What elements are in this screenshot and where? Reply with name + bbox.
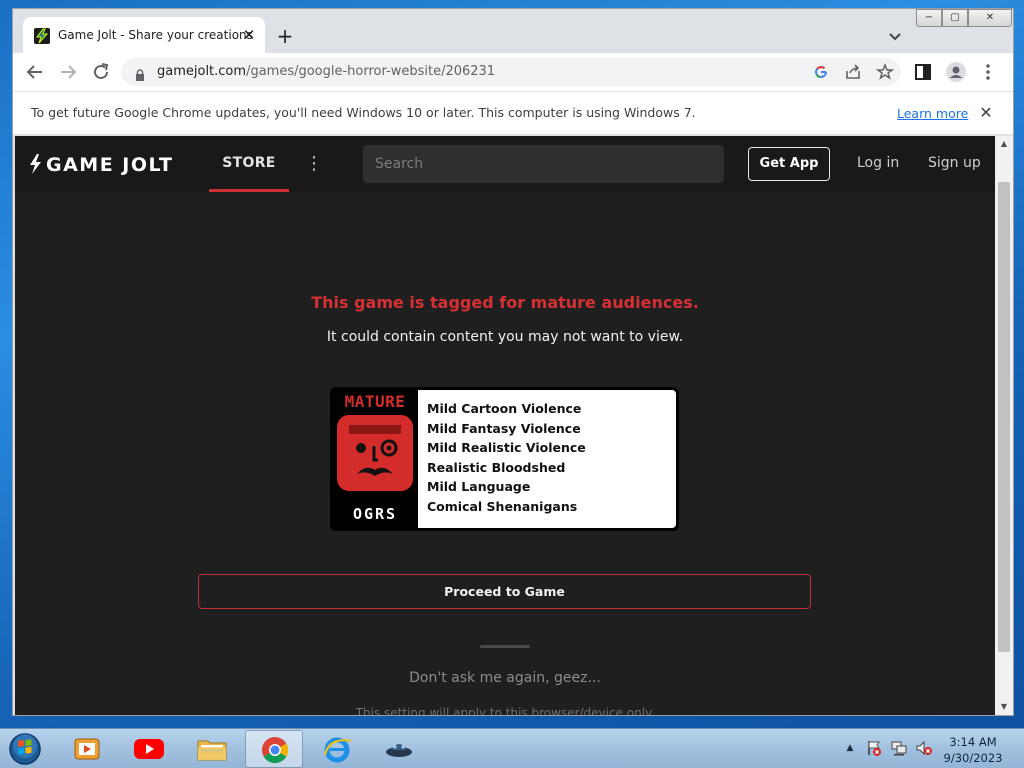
log-in-link[interactable]: Log in: [857, 155, 899, 171]
scroll-thumb[interactable]: [998, 182, 1010, 652]
rating-descriptor: Comical Shenanigans: [427, 498, 578, 514]
chrome-icon[interactable]: [245, 730, 303, 768]
learn-more-link[interactable]: Learn more: [897, 106, 968, 121]
menu-icon[interactable]: [976, 60, 1000, 84]
start-button[interactable]: [6, 731, 44, 767]
sign-up-link[interactable]: Sign up: [928, 155, 981, 171]
show-hidden-icons-icon[interactable]: ▲: [844, 740, 856, 756]
taskbar: ▲ 3:14 AM 9/30/2023: [0, 728, 1024, 768]
volume-muted-icon[interactable]: [915, 739, 933, 757]
tab-search-chevron-icon[interactable]: [885, 29, 905, 45]
star-icon[interactable]: [875, 62, 895, 82]
dont-ask-again-button[interactable]: Don't ask me again, geez...: [15, 670, 995, 686]
rating-descriptor: Mild Cartoon Violence: [427, 401, 582, 416]
media-player-icon[interactable]: [58, 730, 116, 768]
badge-top-text: MATURE: [345, 392, 406, 411]
badge-bottom-text: OGRS: [353, 505, 397, 523]
mature-rating-badge: MATURE OGRS: [333, 390, 417, 528]
new-tab-button[interactable]: +: [273, 25, 297, 49]
gamejolt-logo[interactable]: GAME JOLT: [29, 153, 199, 176]
back-icon[interactable]: [23, 60, 47, 84]
youtube-icon[interactable]: [120, 730, 178, 768]
setting-note: This setting will apply to this browser/…: [355, 706, 655, 715]
site-header: GAME JOLT STORE ⋮ Get App Log in Sign up: [15, 136, 995, 192]
close-window-button[interactable]: ✕: [968, 9, 1012, 27]
action-center-icon[interactable]: [865, 739, 883, 757]
google-icon[interactable]: [811, 62, 831, 82]
rating-descriptor: Mild Fantasy Violence: [427, 420, 581, 436]
scroll-up-icon[interactable]: ▲: [995, 136, 1013, 152]
nav-store-label: STORE: [222, 155, 276, 171]
minimize-button[interactable]: −: [916, 9, 942, 27]
nav-store-tab[interactable]: STORE: [209, 136, 289, 192]
tab-title: Game Jolt - Share your creations: [58, 28, 253, 42]
address-bar[interactable]: gamejolt.com/games/google-horror-website…: [121, 58, 901, 86]
search-input[interactable]: [363, 145, 724, 183]
browser-window: Game Jolt - Share your creations ✕ + − ▢…: [12, 8, 1014, 716]
logo-text: GAME JOLT: [46, 154, 173, 175]
url-text: gamejolt.com/games/google-horror-website…: [157, 64, 496, 79]
window-controls: − ▢ ✕: [916, 9, 1012, 27]
lock-icon[interactable]: [135, 66, 145, 81]
tab-close-icon[interactable]: ✕: [239, 25, 259, 45]
proceed-to-game-button[interactable]: Proceed to Game: [198, 574, 811, 609]
maximize-button[interactable]: ▢: [942, 9, 968, 27]
clock-date: 9/30/2023: [943, 751, 1003, 765]
ie-icon[interactable]: [308, 730, 366, 768]
page-scrollbar[interactable]: ▲ ▼: [995, 136, 1013, 715]
rating-descriptor: Mild Realistic Violence: [427, 440, 586, 456]
share-icon[interactable]: [843, 62, 863, 82]
explorer-icon[interactable]: [183, 730, 241, 768]
network-icon[interactable]: [890, 739, 908, 757]
browser-tab[interactable]: Game Jolt - Share your creations ✕: [23, 17, 265, 53]
rating-descriptor: Mild Language: [427, 479, 531, 495]
profile-icon[interactable]: [944, 60, 968, 84]
rating-descriptor: Realistic Bloodshed: [427, 459, 566, 475]
infobar-close-icon[interactable]: ✕: [975, 102, 997, 124]
forward-icon[interactable]: [56, 60, 80, 84]
side-panel-icon[interactable]: [911, 60, 935, 84]
mature-warning-title: This game is tagged for mature audiences…: [311, 293, 699, 312]
more-menu-icon[interactable]: ⋮: [305, 152, 323, 176]
clock-time: 3:14 AM: [949, 735, 997, 749]
browser-toolbar: gamejolt.com/games/google-horror-website…: [13, 53, 1013, 91]
content-rating-card: MATURE OGRS Mild Cartoon Violence Mild F…: [330, 387, 679, 531]
reload-icon[interactable]: [89, 60, 113, 84]
scroll-down-icon[interactable]: ▼: [995, 699, 1013, 715]
get-app-button[interactable]: Get App: [748, 147, 830, 181]
update-infobar: To get future Google Chrome updates, you…: [13, 91, 1013, 135]
rating-descriptor-list: Mild Cartoon Violence Mild Fantasy Viole…: [418, 390, 676, 528]
infobar-message: To get future Google Chrome updates, you…: [31, 105, 696, 120]
gamejolt-app-icon[interactable]: [370, 730, 428, 768]
gamejolt-favicon-icon: [34, 28, 50, 44]
page-viewport: GAME JOLT STORE ⋮ Get App Log in Sign up…: [15, 136, 995, 715]
system-clock[interactable]: 3:14 AM 9/30/2023: [938, 734, 1008, 766]
mature-warning-subtitle: It could contain content you may not wan…: [326, 329, 684, 345]
divider: [480, 645, 530, 648]
